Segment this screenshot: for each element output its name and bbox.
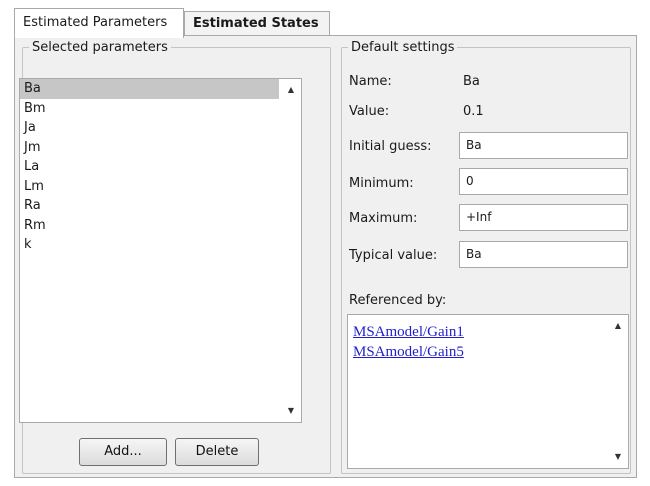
default-settings-title: Default settings [351, 40, 455, 55]
parameter-list-item[interactable]: La [20, 157, 279, 177]
value-value: 0.1 [463, 104, 484, 119]
parameter-list-item[interactable]: Jm [20, 138, 279, 158]
tab-estimated-states[interactable]: Estimated States [184, 11, 330, 36]
scroll-down-arrow-icon[interactable]: ▼ [281, 405, 301, 417]
parameter-list-item[interactable]: k [20, 235, 279, 255]
tab-estimated-parameters[interactable]: Estimated Parameters [14, 8, 184, 38]
scroll-up-arrow-icon[interactable]: ▲ [608, 320, 628, 332]
reference-link-gain5[interactable]: MSAmodel/Gain5 [353, 342, 464, 362]
parameter-list-item[interactable]: Ja [20, 118, 279, 138]
initial-guess-label: Initial guess: [349, 139, 432, 154]
name-value: Ba [463, 74, 480, 89]
name-label: Name: [349, 74, 392, 89]
references-scrollbar[interactable]: ▲ ▼ [608, 315, 628, 468]
delete-button[interactable]: Delete [175, 438, 259, 466]
parameter-list-item[interactable]: Bm [20, 99, 279, 119]
minimum-field[interactable]: 0 [459, 168, 628, 195]
minimum-label: Minimum: [349, 176, 414, 191]
selected-parameters-title: Selected parameters [32, 40, 168, 55]
referenced-by-label: Referenced by: [349, 293, 447, 308]
typical-value-label: Typical value: [349, 248, 438, 263]
parameter-list-item[interactable]: Lm [20, 177, 279, 197]
parameter-list-item[interactable]: Ba [20, 79, 279, 99]
parameters-listbox[interactable]: Ba Bm Ja Jm La Lm Ra Rm k ▲ ▼ [19, 78, 302, 423]
parameter-list-item[interactable]: Rm [20, 216, 279, 236]
add-button[interactable]: Add... [79, 438, 167, 466]
parameter-list-item[interactable]: Ra [20, 196, 279, 216]
maximum-label: Maximum: [349, 211, 418, 226]
parameter-list: Ba Bm Ja Jm La Lm Ra Rm k [20, 79, 301, 255]
typical-value-field[interactable]: Ba [459, 241, 628, 268]
reference-link-gain1[interactable]: MSAmodel/Gain1 [353, 322, 464, 342]
listbox-scrollbar[interactable]: ▲ ▼ [281, 79, 301, 422]
scroll-down-arrow-icon[interactable]: ▼ [608, 451, 628, 463]
initial-guess-field[interactable]: Ba [459, 132, 628, 159]
maximum-field[interactable]: +Inf [459, 204, 628, 231]
referenced-by-listbox[interactable]: MSAmodel/Gain1 MSAmodel/Gain5 ▲ ▼ [347, 314, 629, 469]
value-label: Value: [349, 104, 390, 119]
scroll-up-arrow-icon[interactable]: ▲ [281, 84, 301, 96]
